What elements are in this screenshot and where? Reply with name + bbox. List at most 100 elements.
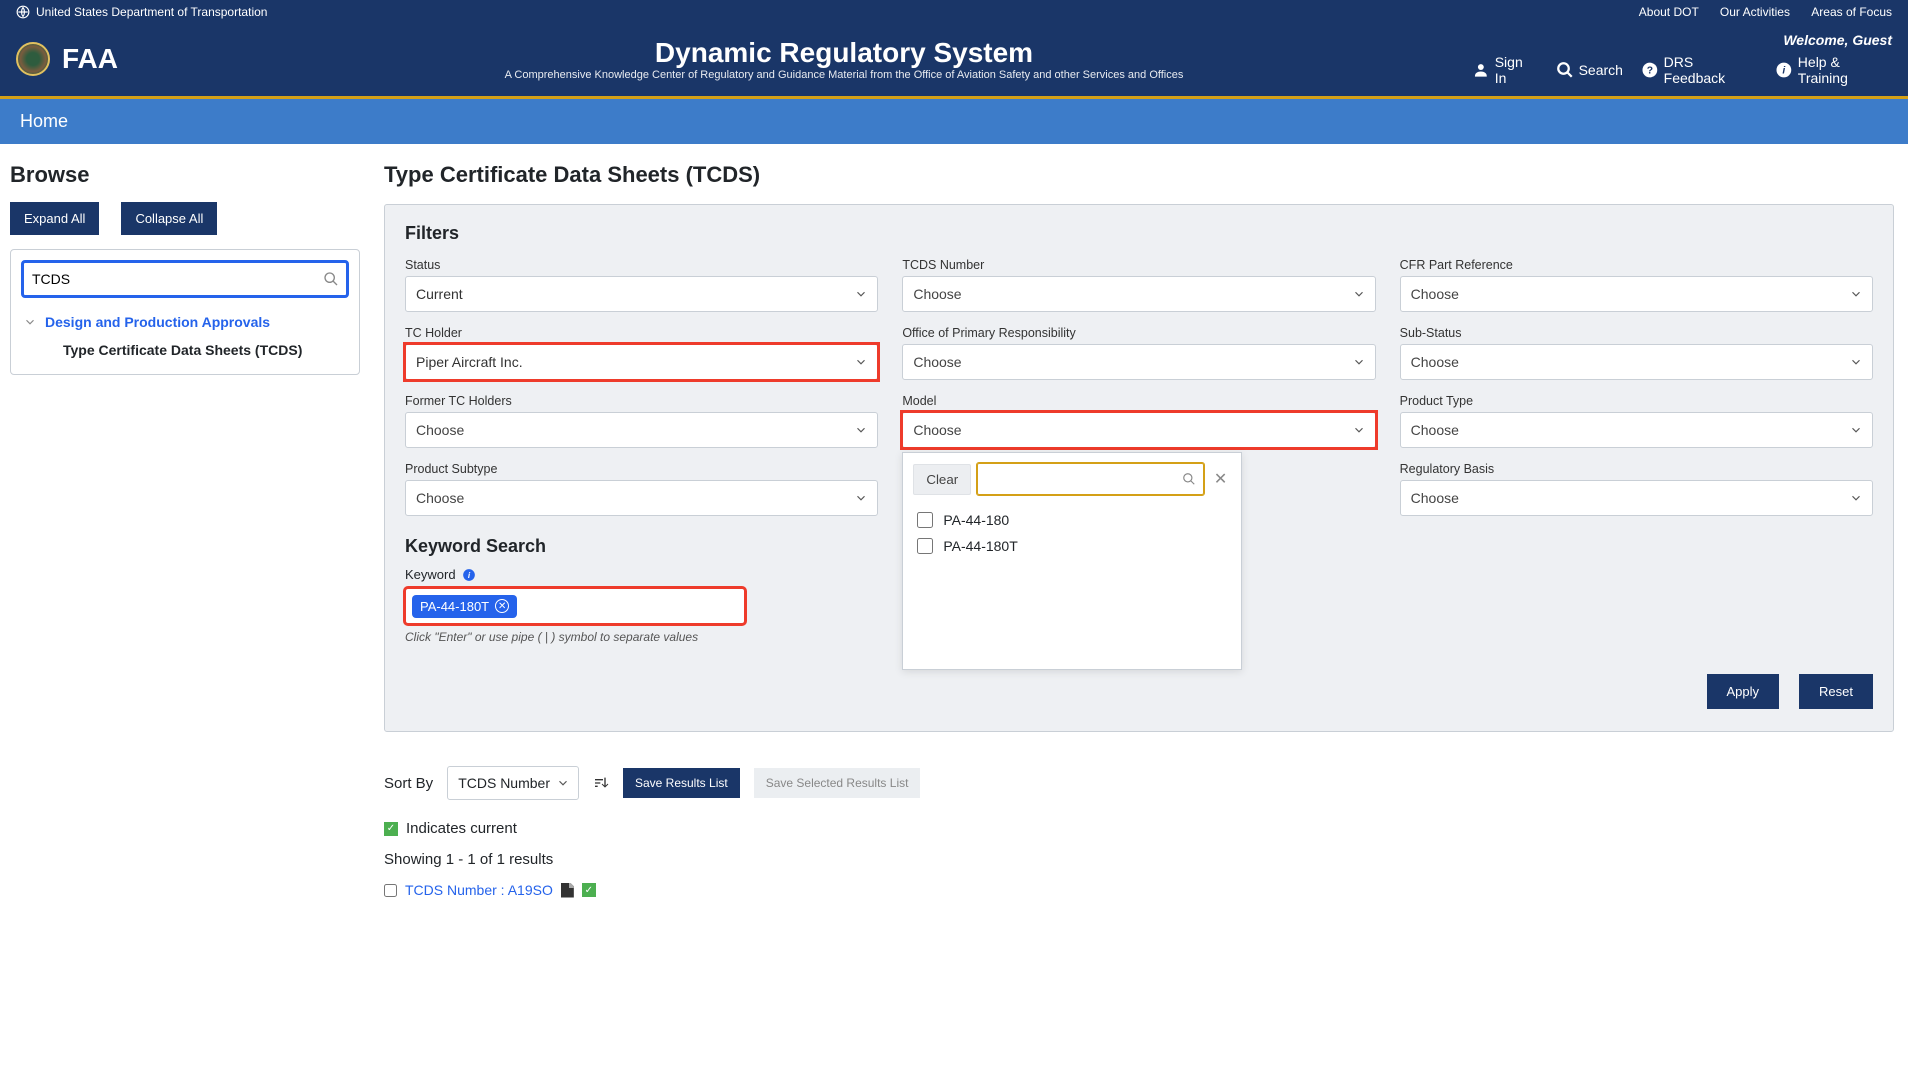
sub-status-label: Sub-Status [1400, 326, 1873, 340]
search-icon [1556, 61, 1574, 79]
former-tc-select[interactable]: Choose [405, 412, 878, 448]
remove-chip-icon[interactable]: ✕ [495, 599, 509, 613]
gov-bar-left: United States Department of Transportati… [16, 5, 267, 19]
page-title: Type Certificate Data Sheets (TCDS) [384, 162, 1894, 188]
current-indicator-icon: ✓ [582, 883, 596, 897]
opr-select[interactable]: Choose [902, 344, 1375, 380]
link-activities[interactable]: Our Activities [1720, 5, 1790, 19]
svg-text:?: ? [1647, 66, 1653, 77]
tree-node-design-approvals[interactable]: Design and Production Approvals [21, 308, 349, 336]
tcds-number-label: TCDS Number [902, 258, 1375, 272]
link-about-dot[interactable]: About DOT [1639, 5, 1699, 19]
status-select[interactable]: Current [405, 276, 878, 312]
agency-abbr: FAA [62, 43, 118, 75]
model-dropdown-popup: Clear ✕ PA-44-180 [902, 452, 1242, 670]
cfr-label: CFR Part Reference [1400, 258, 1873, 272]
tree-node-label: Design and Production Approvals [45, 314, 270, 330]
chip-label: PA-44-180T [420, 599, 489, 614]
search-icon [323, 271, 339, 287]
info-icon: i [1775, 61, 1793, 79]
sort-by-label: Sort By [384, 775, 433, 792]
reset-button[interactable]: Reset [1799, 674, 1873, 709]
save-results-button[interactable]: Save Results List [623, 768, 740, 798]
collapse-all-button[interactable]: Collapse All [121, 202, 217, 235]
dropdown-search-input[interactable] [977, 463, 1204, 495]
user-icon [1472, 61, 1490, 79]
model-select[interactable]: Choose [902, 412, 1375, 448]
chevron-down-icon [1352, 355, 1366, 369]
dropdown-option[interactable]: PA-44-180T [913, 533, 1231, 559]
product-subtype-select[interactable]: Choose [405, 480, 878, 516]
tree-node-label: Type Certificate Data Sheets (TCDS) [63, 342, 302, 358]
tree-search-input[interactable] [21, 260, 349, 298]
search-icon [1182, 472, 1196, 486]
showing-text: Showing 1 - 1 of 1 results [384, 851, 1894, 868]
regulatory-basis-label: Regulatory Basis [1400, 462, 1873, 476]
keyword-label: Keyword [405, 567, 456, 582]
chevron-down-icon [1352, 423, 1366, 437]
former-tc-label: Former TC Holders [405, 394, 878, 408]
chevron-down-icon [854, 287, 868, 301]
opr-label: Office of Primary Responsibility [902, 326, 1375, 340]
welcome-text: Welcome, Guest [1783, 32, 1892, 48]
regulatory-basis-select[interactable]: Choose [1400, 480, 1873, 516]
search-link[interactable]: Search [1556, 61, 1623, 79]
indicates-text: Indicates current [406, 820, 517, 837]
dropdown-clear-button[interactable]: Clear [913, 464, 971, 495]
tc-holder-select[interactable]: Piper Aircraft Inc. [405, 344, 878, 380]
dropdown-option[interactable]: PA-44-180 [913, 507, 1231, 533]
gov-bar-links: About DOT Our Activities Areas of Focus [1621, 5, 1892, 19]
save-selected-results-button[interactable]: Save Selected Results List [754, 768, 921, 798]
link-areas[interactable]: Areas of Focus [1811, 5, 1892, 19]
chevron-down-icon [854, 491, 868, 505]
option-label: PA-44-180 [943, 512, 1009, 528]
dot-seal-icon [16, 5, 30, 19]
chevron-down-icon [1849, 287, 1863, 301]
model-label: Model [902, 394, 1375, 408]
sign-in-link[interactable]: Sign In [1472, 54, 1538, 86]
close-icon[interactable]: ✕ [1210, 469, 1231, 489]
system-title: Dynamic Regulatory System [216, 37, 1472, 69]
nav-home[interactable]: Home [20, 111, 68, 131]
option-label: PA-44-180T [943, 538, 1017, 554]
cfr-select[interactable]: Choose [1400, 276, 1873, 312]
tcds-number-select[interactable]: Choose [902, 276, 1375, 312]
keyword-chip: PA-44-180T ✕ [412, 595, 517, 618]
expand-all-button[interactable]: Expand All [10, 202, 99, 235]
sub-status-select[interactable]: Choose [1400, 344, 1873, 380]
sort-direction-icon[interactable] [593, 775, 609, 791]
product-type-select[interactable]: Choose [1400, 412, 1873, 448]
faa-seal-icon [16, 42, 50, 76]
option-checkbox[interactable] [917, 512, 933, 528]
product-type-label: Product Type [1400, 394, 1873, 408]
apply-button[interactable]: Apply [1707, 674, 1780, 709]
result-checkbox[interactable] [384, 884, 397, 897]
chevron-down-icon [1849, 491, 1863, 505]
option-checkbox[interactable] [917, 538, 933, 554]
tc-holder-label: TC Holder [405, 326, 878, 340]
pdf-icon[interactable] [561, 883, 574, 898]
help-link[interactable]: i Help & Training [1775, 54, 1892, 86]
chevron-down-icon [854, 423, 868, 437]
product-subtype-label: Product Subtype [405, 462, 878, 476]
filters-heading: Filters [405, 223, 1873, 244]
system-subtitle: A Comprehensive Knowledge Center of Regu… [216, 69, 1472, 81]
tree-node-tcds[interactable]: Type Certificate Data Sheets (TCDS) [21, 336, 349, 364]
status-label: Status [405, 258, 878, 272]
chevron-down-icon [1849, 423, 1863, 437]
result-row: TCDS Number : A19SO ✓ [384, 882, 1894, 898]
dept-name: United States Department of Transportati… [36, 5, 267, 19]
chevron-down-icon [23, 315, 37, 329]
browse-heading: Browse [10, 162, 360, 188]
chevron-down-icon [1849, 355, 1863, 369]
feedback-link[interactable]: ? DRS Feedback [1641, 54, 1757, 86]
sort-by-select[interactable]: TCDS Number [447, 766, 579, 800]
chevron-down-icon [854, 355, 868, 369]
chevron-down-icon [1352, 287, 1366, 301]
chevron-down-icon [556, 776, 570, 790]
keyword-input[interactable]: PA-44-180T ✕ [405, 588, 745, 624]
result-link[interactable]: TCDS Number : A19SO [405, 882, 553, 898]
info-icon[interactable]: i [462, 568, 476, 582]
current-indicator-icon: ✓ [384, 822, 398, 836]
question-icon: ? [1641, 61, 1659, 79]
